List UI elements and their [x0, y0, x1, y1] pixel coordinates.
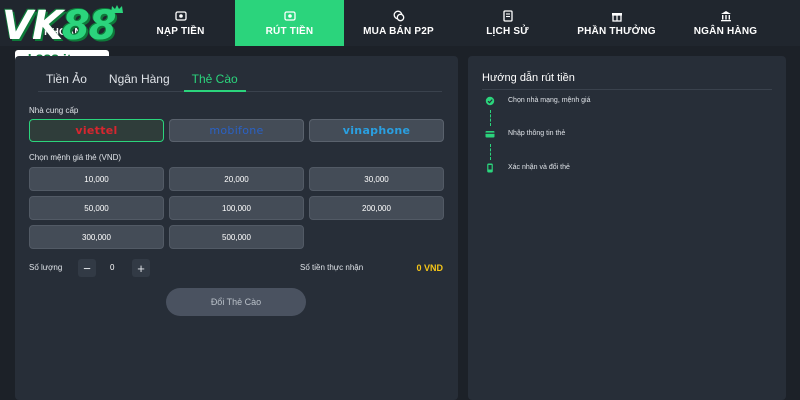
coins-icon	[393, 10, 404, 21]
nav-item-reward[interactable]: PHẦN THƯỞNG	[562, 0, 671, 46]
received-amount-value: 0 VND	[416, 263, 443, 273]
nav-label: MUA BÁN P2P	[363, 25, 434, 37]
withdraw-icon	[283, 10, 296, 21]
bank-icon	[720, 10, 731, 21]
history-icon	[502, 9, 513, 22]
received-amount-label: Số tiền thực nhận	[300, 263, 364, 272]
amount-option[interactable]: 50,000	[29, 196, 164, 220]
amount-label: Chọn mệnh giá thẻ (VND)	[29, 153, 122, 162]
logo-wordmark: VK88	[2, 3, 117, 49]
nav-item-history[interactable]: LỊCH SỬ	[453, 0, 562, 46]
divider	[482, 89, 772, 90]
nav-item-p2p[interactable]: MUA BÁN P2P	[344, 0, 453, 46]
network-icon	[485, 96, 495, 106]
deposit-icon	[174, 10, 187, 21]
phone-icon	[487, 163, 493, 173]
guide-title: Hướng dẫn rút tiền	[482, 72, 575, 84]
step-connector	[490, 110, 491, 126]
nav-label: LỊCH SỬ	[486, 25, 529, 37]
exchange-card-button[interactable]: Đổi Thẻ Cào	[166, 288, 306, 316]
crown-icon	[111, 5, 123, 13]
provider-name: mobifone	[209, 124, 264, 137]
amount-option[interactable]: 500,000	[169, 225, 304, 249]
amount-option[interactable]: 30,000	[309, 167, 444, 191]
amount-option[interactable]: 200,000	[309, 196, 444, 220]
provider-viettel[interactable]: viettel	[29, 119, 164, 142]
tab-crypto[interactable]: Tiền Ảo	[38, 70, 95, 92]
guide-step-1: Chọn nhà mạng, mệnh giá	[508, 97, 591, 104]
nav-label: NGÂN HÀNG	[693, 25, 758, 37]
amount-option[interactable]: 100,000	[169, 196, 304, 220]
card-icon	[485, 131, 495, 138]
guide-step-2: Nhập thông tin thẻ	[508, 130, 566, 137]
nav-item-withdraw[interactable]: RÚT TIỀN	[235, 0, 344, 46]
tab-bank[interactable]: Ngân Hàng	[101, 70, 178, 92]
provider-name: vinaphone	[342, 124, 411, 137]
nav-item-bank[interactable]: NGÂN HÀNG	[671, 0, 780, 46]
amount-option[interactable]: 300,000	[29, 225, 164, 249]
guide-step-3: Xác nhận và đổi thẻ	[508, 164, 570, 171]
reward-icon	[611, 12, 622, 22]
provider-vinaphone[interactable]: vinaphone	[309, 119, 444, 142]
tab-scratch-card[interactable]: Thẻ Cào	[183, 70, 246, 92]
nav-label: NẠP TIỀN	[156, 25, 205, 37]
nav-label: RÚT TIỀN	[265, 25, 314, 37]
step-connector	[490, 144, 491, 160]
provider-name: viettel	[75, 124, 118, 137]
quantity-decrease-button[interactable]: −	[78, 259, 96, 277]
provider-label: Nhà cung cấp	[29, 106, 79, 115]
quantity-value[interactable]: 0	[110, 263, 114, 272]
quantity-increase-button[interactable]: +	[132, 259, 150, 277]
nav-label: PHẦN THƯỞNG	[577, 25, 656, 37]
amount-option[interactable]: 10,000	[29, 167, 164, 191]
quantity-label: Số lượng	[29, 263, 63, 272]
withdraw-guide-panel: Hướng dẫn rút tiền Chọn nhà mạng, mệnh g…	[468, 56, 786, 400]
provider-mobifone[interactable]: mobifone	[169, 119, 304, 142]
amount-option[interactable]: 20,000	[169, 167, 304, 191]
method-tabs: Tiền Ảo Ngân Hàng Thẻ Cào	[38, 70, 442, 92]
withdraw-form-panel: Tiền Ảo Ngân Hàng Thẻ Cào Nhà cung cấp v…	[15, 56, 458, 400]
